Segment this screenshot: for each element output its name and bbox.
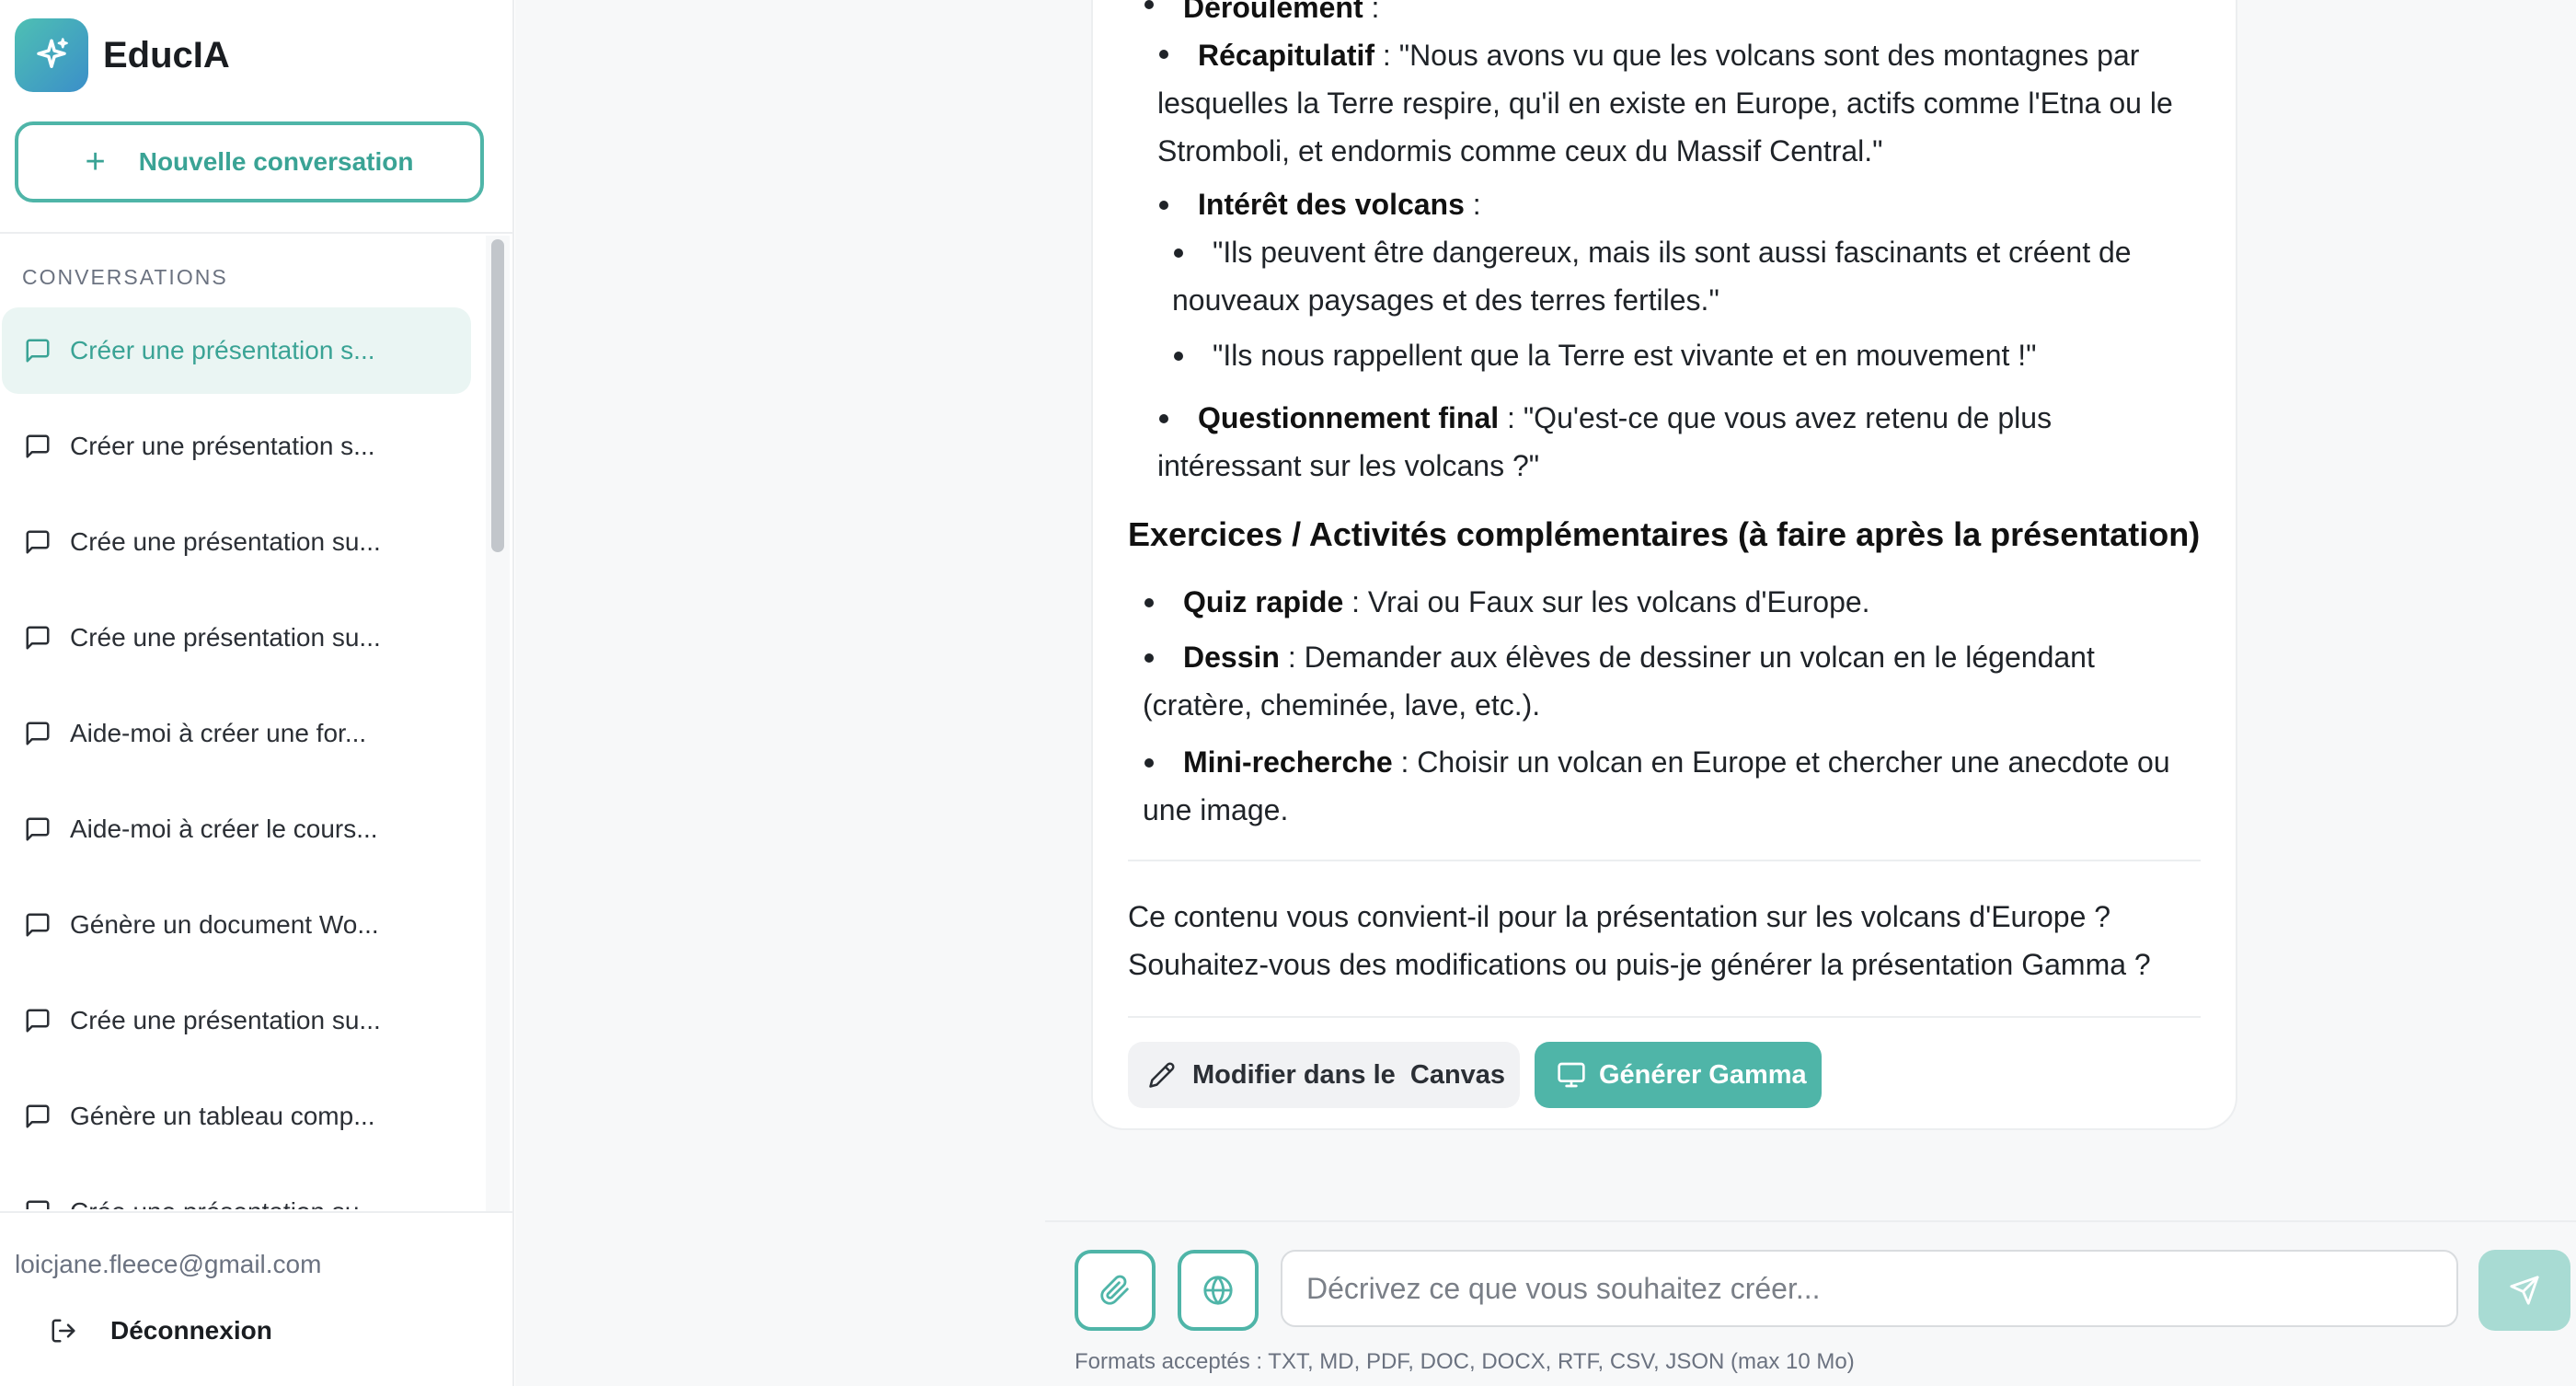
message-line: Quiz rapide : Vrai ou Faux sur les volca… [1183,585,1870,618]
brand: EducIA [15,18,230,92]
message-line: Souhaitez-vous des modifications ou puis… [1128,948,2151,981]
attach-file-button[interactable] [1075,1250,1156,1331]
exercises-heading: Exercices / Activités complémentaires (à… [1128,515,2201,553]
conversation-item[interactable]: Crée une présentation su... [2,977,471,1064]
message-square-icon [26,1009,50,1033]
logout-button[interactable]: Déconnexion [50,1316,272,1346]
globe-icon [1203,1276,1233,1305]
paperclip-icon [1100,1275,1129,1305]
sidebar: EducIA + Nouvelle conversation CONVERSAT… [0,0,514,1386]
message-square-icon [26,1200,50,1209]
sidebar-footer: loicjane.fleece@gmail.com Déconnexion [0,1211,512,1386]
generate-gamma-label: Générer Gamma [1599,1059,1807,1090]
message-square-icon [26,339,50,363]
sparkles-icon [15,18,88,92]
conversation-label: Crée une présentation su... [70,1197,381,1209]
prompt-input[interactable] [1281,1250,2458,1327]
conversation-label: Créer une présentation s... [70,336,375,364]
message-line: (cratère, cheminée, lave, etc.). [1143,688,1541,722]
message-line: Dessin : Demander aux élèves de dessiner… [1183,641,2095,674]
message-line: Questionnement final : "Qu'est-ce que vo… [1198,401,2053,434]
conversation-item[interactable]: Crée une présentation su... [2,499,471,585]
divider [1128,1016,2201,1018]
message-square-icon [26,1104,50,1128]
message-line: une image. [1143,793,1289,826]
app-name: EducIA [103,34,230,75]
bullet [1174,248,1183,258]
conversation-item[interactable]: Génère un document Wo... [2,882,471,968]
bullet [1174,352,1183,361]
log-out-icon [52,1319,75,1343]
message-square-icon [26,530,50,554]
edit-in-canvas-label: Modifier dans le Canvas [1192,1059,1506,1090]
message-line: Mini-recherche : Choisir un volcan en Eu… [1183,745,2170,779]
conversation-label: Crée une présentation su... [70,1006,381,1034]
message-line: Intérêt des volcans : [1198,188,1481,221]
conversation-label: Aide-moi à créer une for... [70,719,367,747]
bullet [1159,50,1168,59]
message-square-icon [26,817,50,841]
message-line: Ce contenu vous convient-il pour la prés… [1128,900,2111,933]
message-line: lesquelles la Terre respire, qu'il en ex… [1157,87,2173,120]
bullet [1159,414,1168,423]
message-line: nouveaux paysages et des terres fertiles… [1172,283,1719,317]
send-icon [2510,1276,2539,1305]
conversation-item[interactable]: Aide-moi à créer une for... [2,690,471,777]
message-line: Stromboli, et endormis comme ceux du Mas… [1157,134,1883,167]
conversation-label: Créer une présentation s... [70,432,375,460]
conversation-list: Créer une présentation s... Créer une pr… [0,307,478,1209]
conversation-label: Génère un tableau comp... [70,1102,375,1130]
conversation-label: Crée une présentation su... [70,527,381,556]
generate-gamma-button[interactable]: Générer Gamma [1535,1042,1822,1108]
conversation-item[interactable]: Créer une présentation s... [2,403,471,490]
conversation-label: Crée une présentation su... [70,623,381,652]
bullet [1144,0,1154,9]
plus-icon: + [85,143,106,181]
message-square-icon [26,913,50,937]
new-conversation-label: Nouvelle conversation [138,147,414,176]
bullet [1159,201,1168,210]
message-square-icon [26,434,50,458]
user-email: loicjane.fleece@gmail.com [15,1250,322,1278]
bullet [1144,653,1154,663]
presentation-icon [1558,1062,1585,1088]
bullet [1144,598,1154,607]
bullet [1144,758,1154,768]
new-conversation-button[interactable]: + Nouvelle conversation [15,121,484,202]
sidebar-divider [0,232,512,234]
message-line: "Ils nous rappellent que la Terre est vi… [1213,339,2037,372]
conversation-item[interactable]: Aide-moi à créer le cours... [2,786,471,872]
message-square-icon [26,626,50,650]
logout-label: Déconnexion [110,1316,272,1345]
message-line: Déroulement : [1183,0,1380,24]
message-line: "Ils peuvent être dangereux, mais ils so… [1213,236,2132,269]
conversation-item[interactable]: Crée une présentation su... [2,1169,471,1209]
sidebar-scrollbar-thumb[interactable] [491,239,504,552]
message-line: intéressant sur les volcans ?" [1157,449,1540,482]
send-button[interactable] [2478,1250,2570,1331]
conversation-label: Génère un document Wo... [70,910,379,939]
edit-in-canvas-button[interactable]: Modifier dans le Canvas [1128,1042,1520,1108]
message-line: Récapitulatif : "Nous avons vu que les v… [1198,39,2140,72]
pencil-icon [1149,1062,1175,1088]
accepted-formats-note: Formats acceptés : TXT, MD, PDF, DOC, DO… [1075,1349,1855,1374]
conversation-item[interactable]: Génère un tableau comp... [2,1073,471,1160]
conversation-item[interactable]: Crée une présentation su... [2,595,471,681]
message-square-icon [26,722,50,745]
conversation-label: Aide-moi à créer le cours... [70,814,378,843]
conversations-section-title: CONVERSATIONS [22,265,228,289]
web-search-button[interactable] [1178,1250,1259,1331]
divider [1128,860,2201,861]
conversation-item[interactable]: Créer une présentation s... [2,307,471,394]
